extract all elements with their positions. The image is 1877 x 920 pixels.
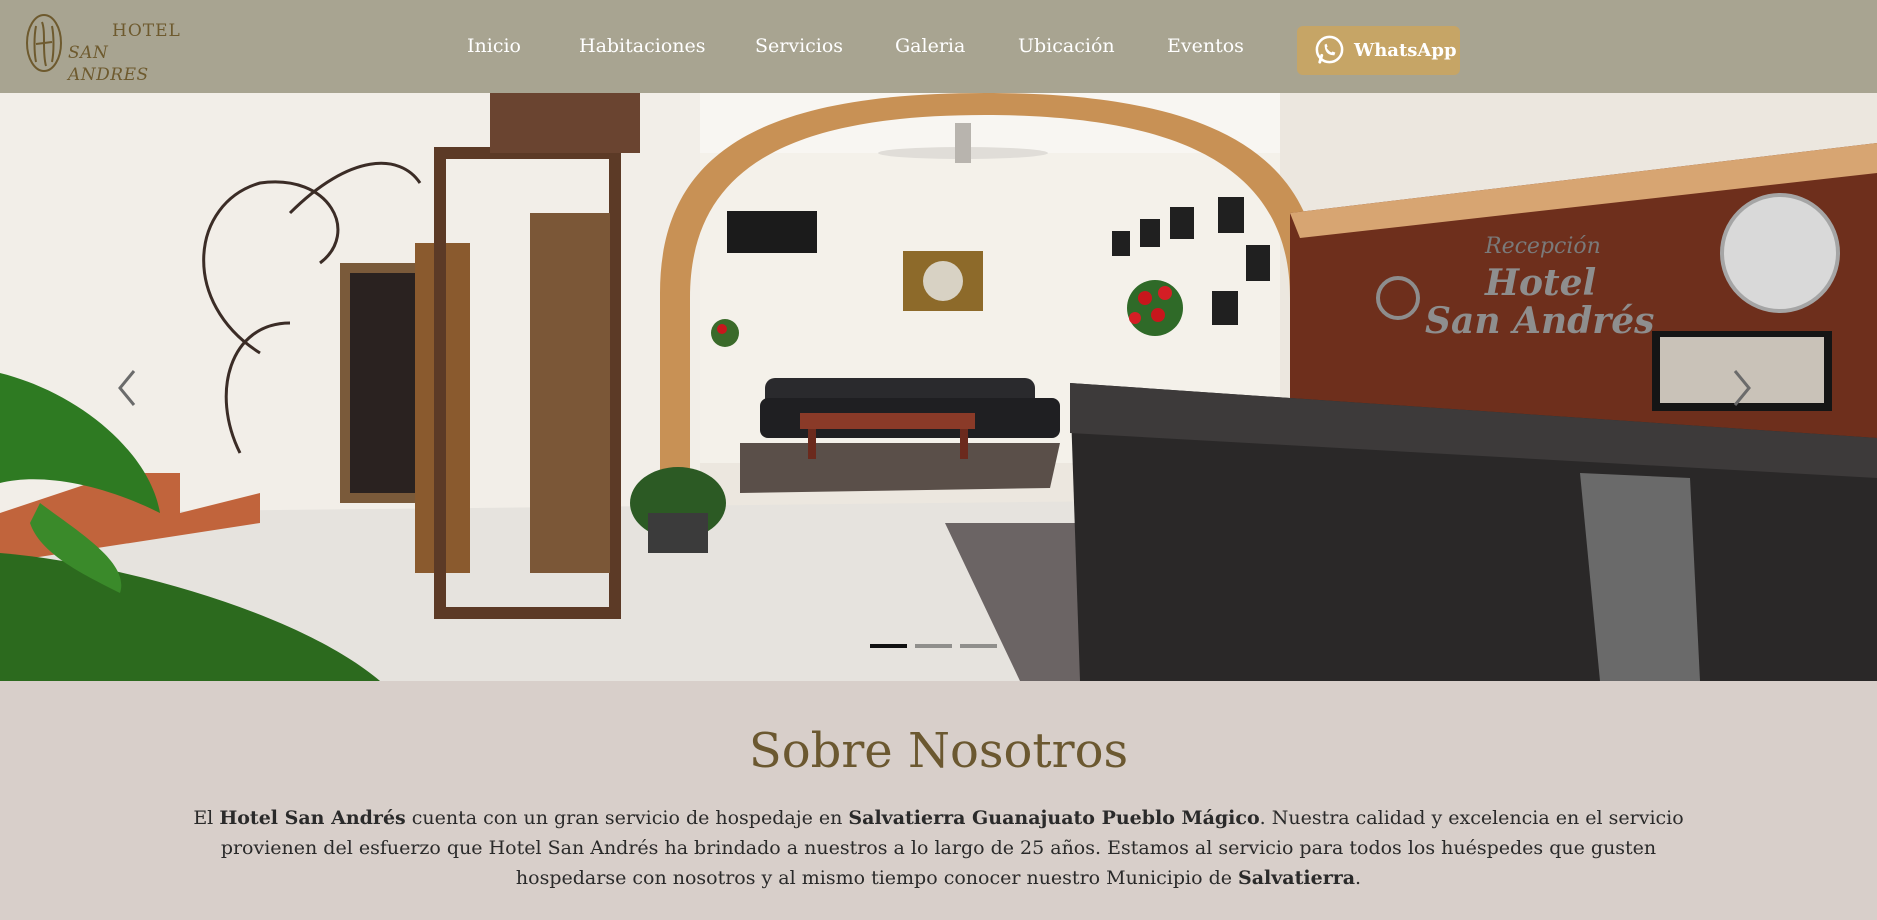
about-text-2: cuenta con un gran servicio de hospedaje… xyxy=(405,807,849,829)
nav-habitaciones[interactable]: Habitaciones xyxy=(579,35,706,57)
nav-ubicacion[interactable]: Ubicación xyxy=(1018,35,1115,57)
logo-line-name: SAN ANDRES xyxy=(68,43,149,85)
logo-monogram-icon xyxy=(26,14,62,72)
nav-inicio[interactable]: Inicio xyxy=(467,35,521,57)
about-text-4: . xyxy=(1355,867,1362,889)
carousel-indicator-3[interactable] xyxy=(960,644,997,648)
sign-hotel: Hotel xyxy=(1484,262,1596,304)
about-paragraph: El Hotel San Andrés cuenta con un gran s… xyxy=(190,803,1687,893)
hotel-logo[interactable]: HOTEL SAN ANDRES xyxy=(24,10,184,85)
about-text-1: El xyxy=(193,807,220,829)
about-location: Salvatierra Guanajuato Pueblo Mágico xyxy=(848,807,1260,829)
lobby-photo: Recepción Hotel San Andrés xyxy=(0,93,1877,681)
whatsapp-icon xyxy=(1315,35,1344,64)
nav-eventos[interactable]: Eventos xyxy=(1167,35,1244,57)
carousel-indicator-2[interactable] xyxy=(915,644,952,648)
about-municipality: Salvatierra xyxy=(1238,867,1356,889)
carousel-prev-icon[interactable] xyxy=(112,363,142,413)
sign-san-andres: San Andrés xyxy=(1425,300,1654,342)
carousel-indicator-1[interactable] xyxy=(870,644,907,648)
whatsapp-button[interactable]: WhatsApp xyxy=(1297,26,1460,75)
nav-servicios[interactable]: Servicios xyxy=(755,35,843,57)
sign-recepcion: Recepción xyxy=(1484,234,1601,259)
logo-line-hotel: HOTEL xyxy=(112,21,181,41)
about-title: Sobre Nosotros xyxy=(748,723,1129,779)
nav-galeria[interactable]: Galeria xyxy=(895,35,965,57)
about-hotel-name: Hotel San Andrés xyxy=(219,807,406,829)
carousel-next-icon[interactable] xyxy=(1727,363,1757,413)
navbar: HOTEL SAN ANDRES Inicio Habitaciones Ser… xyxy=(0,0,1877,93)
about-section: Sobre Nosotros El Hotel San Andrés cuent… xyxy=(0,681,1877,920)
logo-text: HOTEL SAN ANDRES xyxy=(68,20,184,86)
whatsapp-label: WhatsApp xyxy=(1354,40,1457,61)
hero-carousel: Recepción Hotel San Andrés xyxy=(0,93,1877,681)
